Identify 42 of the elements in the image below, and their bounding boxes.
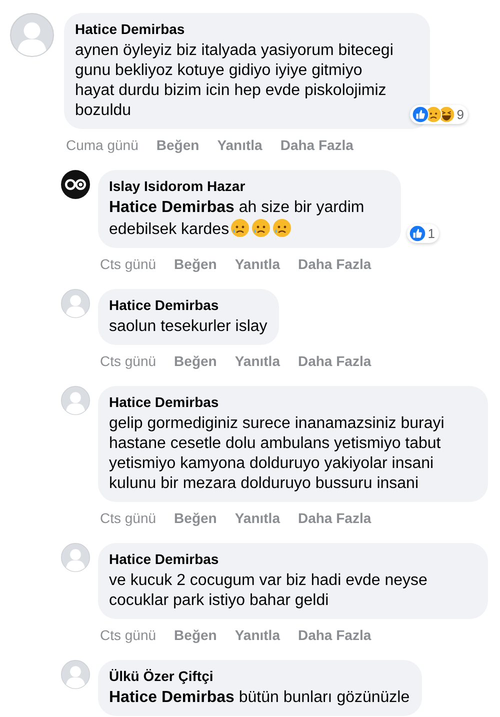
sad-face-icon — [230, 218, 250, 238]
action-link[interactable]: Yanıtla — [234, 256, 280, 272]
action-link[interactable]: Yanıtla — [217, 137, 262, 153]
action-link[interactable]: Yanıtla — [234, 353, 280, 369]
author-name[interactable]: Hatice Demirbas — [75, 20, 418, 38]
action-link[interactable]: Daha Fazla — [298, 510, 372, 526]
author-name[interactable]: Hatice Demirbas — [109, 296, 268, 314]
comment-text: ve kucuk 2 cocugum var biz hadi evde neyse cocuklar park istiyo bahar geldi — [109, 571, 428, 611]
comment-time: Cuma günü — [66, 137, 138, 153]
author-name[interactable]: Ülkü Özer Çiftçi — [109, 667, 410, 685]
sad-face-icon — [424, 106, 442, 123]
reaction-summary[interactable]: 1 — [406, 224, 439, 243]
action-link[interactable]: Beğen — [174, 353, 217, 369]
action-link[interactable]: Yanıtla — [234, 510, 280, 526]
action-link[interactable]: Daha Fazla — [298, 627, 372, 643]
author-name[interactable]: Hatice Demirbas — [109, 550, 476, 568]
action-link[interactable]: Daha Fazla — [280, 137, 354, 153]
author-name[interactable]: Islay Isidorom Hazar — [109, 177, 389, 195]
comment-time: Cts günü — [100, 256, 156, 272]
comment-time: Cts günü — [100, 627, 156, 643]
comment-text: saolun tesekurler islay — [109, 317, 268, 337]
comment-text: gelip gormediginiz surece inanamazsiniz burayi hastane cesetle dolu ambulans yetismiyo tabut yetismiyo kamyona dolduruyo yakiyolar insani kulunu bir mezara dolduruyo bussuru insani — [109, 414, 446, 494]
laughing-face-icon — [438, 106, 455, 123]
like-icon — [412, 106, 429, 123]
reaction-summary[interactable]: 9 — [410, 105, 468, 124]
action-link[interactable]: Daha Fazla — [298, 256, 372, 272]
comment-text: aynen öyleyiz biz italyada yasiyorum bitecegi gunu bekliyoz kotuye gidiyo iyiye gitmiyo hayat durdu bizim icin hep evde piskolojimiz bozuldu — [75, 41, 394, 121]
action-link[interactable]: Daha Fazla — [298, 353, 372, 369]
action-link[interactable]: Beğen — [156, 137, 200, 153]
avatar-icon[interactable] — [61, 170, 90, 199]
action-link[interactable]: Beğen — [174, 510, 217, 526]
like-icon — [408, 225, 426, 242]
comment-text: Hatice Demirbas bütün bunları gözünüzle — [109, 688, 410, 708]
comment-text: Hatice Demirbas ah size bir yardim edebilsek kardes — [109, 198, 366, 240]
action-link[interactable]: Yanıtla — [234, 627, 280, 643]
action-link[interactable]: Beğen — [174, 256, 217, 272]
sad-face-icon — [251, 218, 272, 238]
action-link[interactable]: Beğen — [174, 627, 217, 643]
comment-time: Cts günü — [100, 353, 156, 369]
sad-face-icon — [272, 218, 292, 238]
comment-time: Cts günü — [100, 510, 156, 526]
author-name[interactable]: Hatice Demirbas — [109, 393, 476, 411]
